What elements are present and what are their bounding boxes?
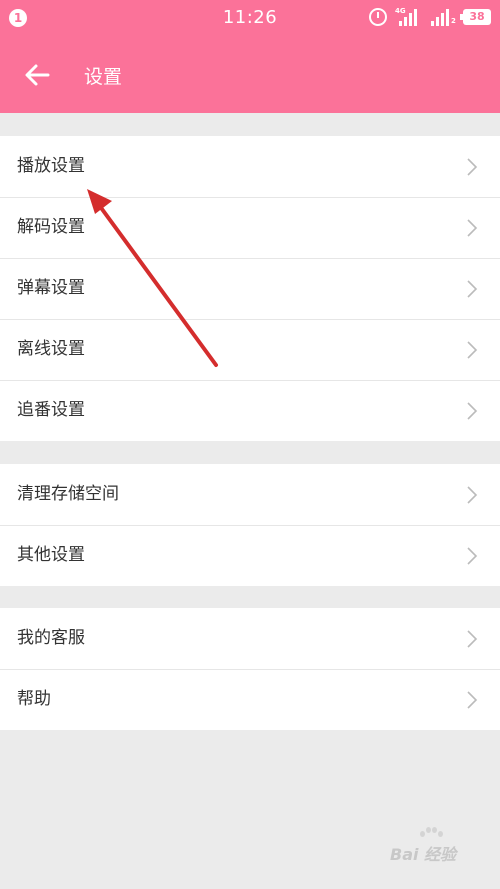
settings-item-label: 清理存储空间 bbox=[17, 484, 119, 504]
settings-item-other[interactable]: 其他设置 bbox=[0, 525, 500, 586]
settings-item-label: 追番设置 bbox=[17, 400, 85, 420]
settings-item-label: 其他设置 bbox=[17, 545, 85, 565]
alarm-icon bbox=[369, 8, 387, 26]
chevron-right-icon bbox=[467, 280, 478, 298]
settings-group-storage: 清理存储空间 其他设置 bbox=[0, 464, 500, 586]
signal-icon: 4G bbox=[395, 7, 423, 26]
settings-item-follow[interactable]: 追番设置 bbox=[0, 380, 500, 441]
chevron-right-icon bbox=[467, 486, 478, 504]
settings-item-label: 离线设置 bbox=[17, 339, 85, 359]
settings-item-help[interactable]: 帮助 bbox=[0, 669, 500, 730]
chevron-right-icon bbox=[467, 547, 478, 565]
settings-item-clear-storage[interactable]: 清理存储空间 bbox=[0, 464, 500, 525]
signal-icon: 2 bbox=[431, 8, 459, 26]
chevron-right-icon bbox=[467, 402, 478, 420]
settings-item-label: 播放设置 bbox=[17, 156, 85, 176]
app-bar: 设置 bbox=[0, 36, 500, 113]
chevron-right-icon bbox=[467, 691, 478, 709]
watermark-logo: Bai 经验 bbox=[390, 827, 480, 864]
chevron-right-icon bbox=[467, 630, 478, 648]
page-title: 设置 bbox=[84, 66, 123, 88]
chevron-right-icon bbox=[467, 341, 478, 359]
network-type-label: 4G bbox=[395, 7, 406, 15]
chevron-right-icon bbox=[467, 158, 478, 176]
settings-item-decoding[interactable]: 解码设置 bbox=[0, 197, 500, 258]
back-button[interactable] bbox=[14, 52, 62, 98]
battery-icon: 38 bbox=[460, 9, 491, 25]
status-time: 11:26 bbox=[222, 7, 278, 28]
watermark-text: Bai 经验 bbox=[390, 845, 457, 864]
settings-item-label: 弹幕设置 bbox=[17, 278, 85, 298]
settings-item-customer-service[interactable]: 我的客服 bbox=[0, 608, 500, 669]
status-bar: 1 11:26 4G 2 38 bbox=[0, 0, 500, 36]
settings-item-label: 帮助 bbox=[17, 689, 51, 709]
arrow-left-icon bbox=[25, 64, 50, 86]
settings-item-offline[interactable]: 离线设置 bbox=[0, 319, 500, 380]
settings-group-playback: 播放设置 解码设置 弹幕设置 离线设置 追番设置 bbox=[0, 136, 500, 441]
settings-item-danmaku[interactable]: 弹幕设置 bbox=[0, 258, 500, 319]
sim-slot-label: 2 bbox=[451, 17, 456, 25]
settings-item-label: 我的客服 bbox=[17, 628, 85, 648]
settings-item-playback[interactable]: 播放设置 bbox=[0, 136, 500, 197]
chevron-right-icon bbox=[467, 219, 478, 237]
settings-item-label: 解码设置 bbox=[17, 217, 85, 237]
settings-group-support: 我的客服 帮助 bbox=[0, 608, 500, 730]
paw-icon bbox=[420, 827, 443, 841]
annotation-arrow bbox=[87, 189, 218, 367]
